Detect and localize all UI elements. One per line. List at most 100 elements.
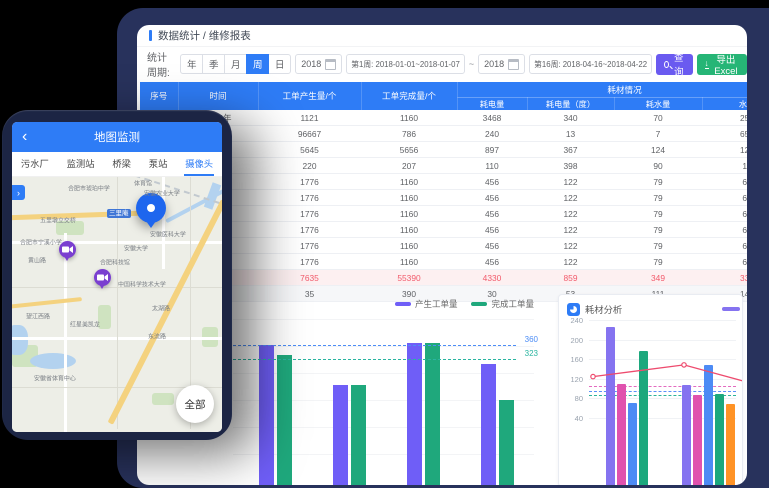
bar xyxy=(407,343,422,485)
subcol-header-1: 耗电量 xyxy=(457,98,527,111)
all-button[interactable]: 全部 xyxy=(176,385,214,423)
subcol-header-2: 耗电量（度） xyxy=(527,98,614,111)
table-cell: 240 xyxy=(457,126,527,142)
table-cell: 349 xyxy=(614,270,702,286)
table-cell: 67 xyxy=(702,238,747,254)
map-label: 望江西路 xyxy=(26,311,50,320)
camera-marker[interactable] xyxy=(94,269,111,286)
map-park xyxy=(152,393,174,405)
table-cell: 3468 xyxy=(457,110,527,126)
tab-监测站[interactable]: 监测站 xyxy=(66,152,96,176)
export-label: 导出Excel xyxy=(713,52,739,77)
period-option-年[interactable]: 年 xyxy=(180,54,203,74)
tab-桥梁[interactable]: 桥梁 xyxy=(111,152,132,176)
phone-mockup: ‹ 地图监测 污水厂监测站桥梁泵站摄像头 xyxy=(2,110,232,440)
bar xyxy=(481,364,496,485)
table-cell: 96667 xyxy=(258,126,361,142)
table-cell: 1160 xyxy=(361,206,457,222)
workorder-chart-legend: 产生工单量 完成工单量 xyxy=(395,298,534,310)
legend-pill xyxy=(471,302,487,306)
table-cell: 79 xyxy=(614,190,702,206)
table-cell: 7 xyxy=(614,126,702,142)
period-option-月[interactable]: 月 xyxy=(224,54,247,74)
period-option-日[interactable]: 日 xyxy=(268,54,291,74)
export-excel-button[interactable]: ↓ 导出Excel xyxy=(697,54,747,75)
table-cell: 1776 xyxy=(258,174,361,190)
table-cell: 650 xyxy=(702,126,747,142)
road-name-badge: 三里庵 xyxy=(107,209,131,218)
table-cell: 456 xyxy=(457,222,527,238)
legend-item[interactable]: 完成工单量 xyxy=(471,298,534,310)
table-cell: 1776 xyxy=(258,190,361,206)
table-cell: 67 xyxy=(702,190,747,206)
tab-泵站[interactable]: 泵站 xyxy=(148,152,169,176)
table-cell: 1160 xyxy=(361,110,457,126)
calendar-icon xyxy=(508,59,519,70)
table-cell: 13 xyxy=(527,126,614,142)
camera-marker[interactable] xyxy=(59,241,76,258)
map-label: 安徽省体育中心 xyxy=(34,373,76,382)
table-cell: 122 xyxy=(527,206,614,222)
legend-pill xyxy=(395,302,411,306)
table-cell: 79 xyxy=(614,254,702,270)
table-cell: 5656 xyxy=(361,142,457,158)
year-end-select[interactable]: 2018 xyxy=(478,54,525,74)
table-cell: 1776 xyxy=(258,206,361,222)
reference-line xyxy=(233,359,516,360)
period-segmented: 年季月周日 xyxy=(180,54,291,74)
filter-bar: 统计周期: 年季月周日 2018 第1周: 2018-01-01~2018-01… xyxy=(147,51,747,77)
period-option-季[interactable]: 季 xyxy=(202,54,225,74)
map-label: 东流路 xyxy=(148,331,166,340)
tab-污水厂[interactable]: 污水厂 xyxy=(20,152,50,176)
gridline xyxy=(233,319,534,320)
map-view[interactable]: 三里庵 › 全部 合肥市琥珀中学 体育馆安徽农业大学五里墩立交桥合肥市宁溪小学安徽… xyxy=(12,177,222,432)
legend-item[interactable]: 产生工单量 xyxy=(395,298,458,310)
table-cell: 129 xyxy=(702,142,747,158)
reference-label: 360 xyxy=(525,335,538,344)
map-lake xyxy=(12,325,28,355)
table-cell: 1776 xyxy=(258,222,361,238)
bar xyxy=(333,385,348,485)
map-label: 黄山路 xyxy=(28,255,46,264)
table-cell: 207 xyxy=(361,158,457,174)
col-header-orders-created: 工单产生量/个 xyxy=(258,82,361,110)
breadcrumb-text: 数据统计 / 维修报表 xyxy=(158,28,251,43)
table-cell: 1121 xyxy=(258,110,361,126)
period-option-周[interactable]: 周 xyxy=(246,54,269,74)
week-range-start[interactable]: 第1周: 2018-01-01~2018-01-07 xyxy=(346,54,465,74)
map-label: 合肥科技馆 xyxy=(100,257,130,266)
table-cell: 334 xyxy=(702,270,747,286)
table-cell: 456 xyxy=(457,238,527,254)
table-cell: 1160 xyxy=(361,254,457,270)
table-cell: 1776 xyxy=(258,238,361,254)
table-cell: 122 xyxy=(527,190,614,206)
query-button[interactable]: 查询 xyxy=(656,54,693,75)
year-start-value: 2018 xyxy=(301,59,321,69)
back-icon[interactable]: ‹ xyxy=(22,129,27,145)
table-cell: 250 xyxy=(702,110,747,126)
year-end-value: 2018 xyxy=(484,59,504,69)
map-main-road xyxy=(12,297,82,309)
table-cell: 456 xyxy=(457,190,527,206)
col-header-time: 时间 xyxy=(178,82,258,110)
tab-摄像头[interactable]: 摄像头 xyxy=(184,152,214,176)
calendar-icon xyxy=(325,59,336,70)
map-label: 合肥市琥珀中学 xyxy=(68,183,110,192)
map-label: 体育馆 xyxy=(134,178,152,187)
year-start-select[interactable]: 2018 xyxy=(295,54,342,74)
map-label: 五里墩立交桥 xyxy=(40,215,76,224)
camera-icon xyxy=(62,245,73,254)
table-cell: 122 xyxy=(527,238,614,254)
breadcrumb-accent xyxy=(149,30,152,41)
table-cell: 859 xyxy=(527,270,614,286)
table-cell: 5645 xyxy=(258,142,361,158)
table-cell: 456 xyxy=(457,206,527,222)
expand-icon[interactable]: › xyxy=(12,185,25,200)
map-label: 合肥市宁溪小学 xyxy=(20,237,62,246)
selected-camera-marker[interactable] xyxy=(136,193,166,223)
phone-title: 地图监测 xyxy=(94,129,140,145)
table-cell: 1160 xyxy=(361,174,457,190)
week-range-end[interactable]: 第16周: 2018-04-16~2018-04-22 xyxy=(529,54,652,74)
map-label: 安徽农业大学 xyxy=(144,188,180,197)
breadcrumb: 数据统计 / 维修报表 xyxy=(137,25,747,47)
